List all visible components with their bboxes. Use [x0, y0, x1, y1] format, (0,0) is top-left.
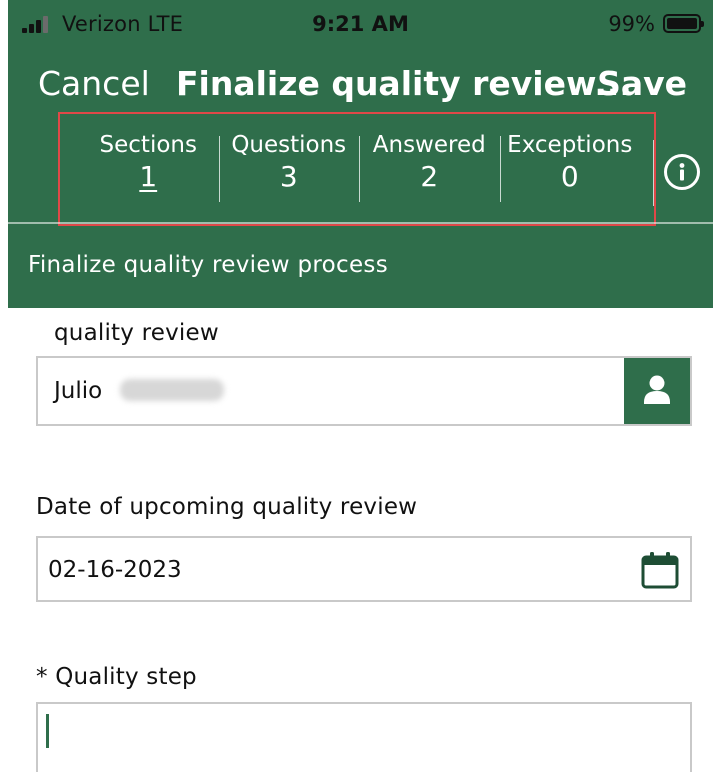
- stat-value: 3: [279, 160, 298, 193]
- header: Verizon LTE 9:21 AM 99% Cancel Finalize …: [8, 0, 713, 308]
- reviewer-field[interactable]: Julio: [36, 356, 692, 426]
- text-cursor: [46, 714, 49, 748]
- quality-step-input[interactable]: [36, 702, 692, 772]
- stat-value: 0: [560, 160, 579, 193]
- save-button[interactable]: Save: [597, 64, 687, 103]
- stat-questions: Questions 3: [218, 132, 360, 204]
- battery-percent: 99%: [608, 12, 655, 36]
- reviewer-label: quality review: [54, 320, 219, 346]
- section-title: Finalize quality review process: [28, 252, 388, 278]
- sections-count-link[interactable]: 1: [139, 160, 157, 193]
- date-value: 02-16-2023: [48, 557, 182, 583]
- date-label: Date of upcoming quality review: [36, 494, 418, 520]
- header-divider: [8, 222, 713, 224]
- person-picker-button[interactable]: [624, 358, 690, 424]
- info-icon[interactable]: [664, 154, 700, 190]
- status-bar: Verizon LTE 9:21 AM 99%: [8, 0, 713, 48]
- quality-step-label: * Quality step: [36, 664, 197, 690]
- date-field[interactable]: 02-16-2023: [36, 536, 692, 602]
- cancel-button[interactable]: Cancel: [38, 64, 150, 103]
- screen: Verizon LTE 9:21 AM 99% Cancel Finalize …: [0, 0, 713, 772]
- stats-divider: [653, 140, 654, 206]
- stat-answered: Answered 2: [359, 132, 500, 204]
- stat-value: 2: [420, 160, 439, 193]
- stats-summary: Sections 1 Questions 3 Answered 2 Except…: [58, 112, 656, 226]
- stat-sections: Sections 1: [78, 132, 219, 204]
- redacted-text: [120, 379, 224, 401]
- stat-label: Answered: [372, 132, 486, 158]
- person-icon: [644, 375, 670, 404]
- stat-label: Questions: [231, 132, 347, 158]
- status-time: 9:21 AM: [312, 12, 409, 36]
- calendar-icon[interactable]: [640, 550, 680, 594]
- stat-exceptions: Exceptions 0: [499, 132, 641, 204]
- battery-icon: [663, 14, 704, 33]
- page-title: Finalize quality review...: [176, 64, 632, 103]
- nav-bar: Cancel Finalize quality review... Save: [8, 58, 713, 114]
- stat-label: Sections: [99, 132, 197, 158]
- stat-label: Exceptions: [507, 132, 633, 158]
- reviewer-value: Julio: [54, 378, 103, 404]
